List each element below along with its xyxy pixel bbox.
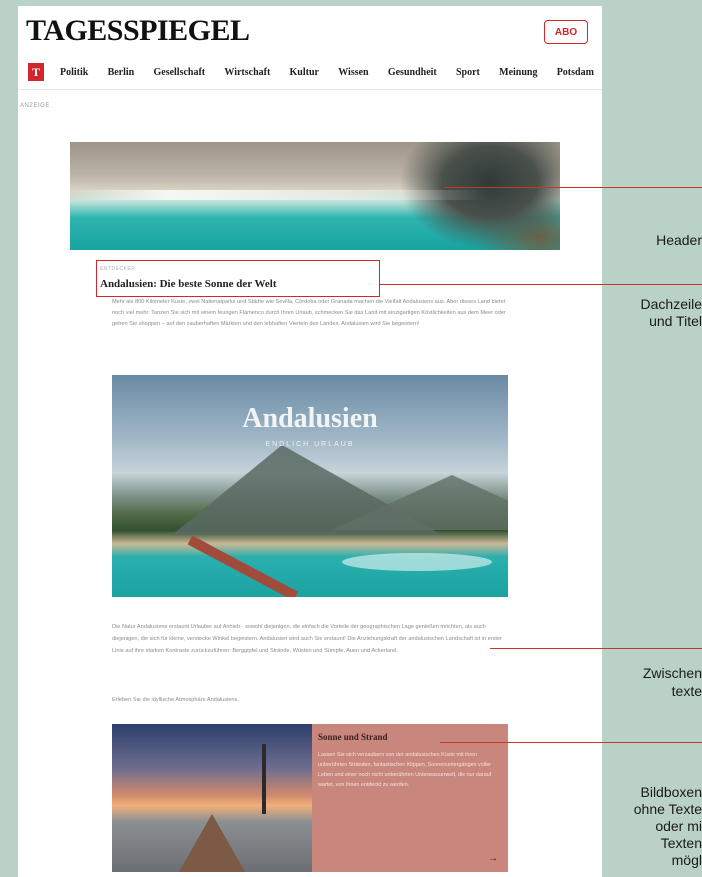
annotation-line-title — [380, 284, 702, 285]
annotation-zwischen-2: texte — [671, 683, 702, 699]
abo-button[interactable]: ABO — [544, 20, 588, 44]
box-title: Sonne und Strand — [318, 732, 388, 742]
title-highlight-box — [96, 260, 380, 297]
intro-text: Mehr als 800 Kilometer Küste, zwei Natio… — [112, 299, 506, 327]
annotation-bild-1: Bildboxen — [640, 784, 702, 800]
annotation-line-header — [444, 187, 702, 188]
foam-decoration — [342, 553, 492, 571]
image-subtitle: ENDLICH URLAUB — [265, 441, 355, 448]
annotation-title-1: Dachzeile — [640, 296, 702, 312]
wave-decoration — [70, 190, 560, 200]
annotation-title-2: und Titel — [649, 313, 702, 329]
annotation-bild-2: ohne Texte — [633, 801, 702, 817]
body-text-2: Erleben Sie die idyllische Atmosphäre An… — [112, 697, 239, 703]
annotation-line-bildboxen — [440, 742, 702, 743]
nav-item-potsdam[interactable]: Potsdam — [557, 67, 594, 78]
pier-decoration — [187, 535, 299, 597]
image-box-text[interactable]: Sonne und Strand Lassen Sie sich verzaub… — [312, 724, 508, 872]
nav-items: Politik Berlin Gesellschaft Wirtschaft K… — [60, 67, 594, 78]
nav-item-meinung[interactable]: Meinung — [499, 67, 537, 78]
annotation-header: Header — [656, 232, 702, 248]
main-nav: T Politik Berlin Gesellschaft Wirtschaft… — [28, 62, 594, 82]
ad-label: ANZEIGE — [20, 103, 50, 109]
body-text: Die Natur Andalusiens erstaunt Urlauber … — [112, 624, 502, 654]
annotation-zwischen-1: Zwischen — [642, 665, 702, 681]
boardwalk-decoration — [172, 814, 252, 872]
box-image — [112, 724, 312, 872]
mountain-decoration-2 — [332, 475, 508, 530]
t-plus-icon[interactable]: T — [28, 63, 44, 81]
header-image — [70, 142, 560, 250]
nav-item-politik[interactable]: Politik — [60, 67, 88, 78]
arrow-right-icon[interactable]: → — [488, 853, 498, 864]
nav-item-berlin[interactable]: Berlin — [108, 67, 135, 78]
image-title: Andalusien — [242, 403, 378, 434]
nav-item-wirtschaft[interactable]: Wirtschaft — [224, 67, 270, 78]
site-header: TAGESSPIEGEL ABO T Politik Berlin Gesell… — [18, 6, 602, 90]
nav-item-kultur[interactable]: Kultur — [290, 67, 319, 78]
annotation-line-zwischen — [490, 648, 702, 649]
nav-item-sport[interactable]: Sport — [456, 67, 480, 78]
nav-item-gesundheit[interactable]: Gesundheit — [388, 67, 437, 78]
nav-item-gesellschaft[interactable]: Gesellschaft — [153, 67, 205, 78]
main-image: Andalusien ENDLICH URLAUB — [112, 375, 508, 597]
annotation-bild-3: oder mi — [655, 818, 702, 834]
annotation-bild-5: mögl — [671, 852, 702, 868]
palm-decoration — [262, 744, 266, 814]
nav-item-wissen[interactable]: Wissen — [338, 67, 368, 78]
box-body: Lassen Sie sich verzaubern von der andal… — [318, 752, 492, 788]
annotation-bild-4: Texten — [660, 835, 702, 851]
site-logo[interactable]: TAGESSPIEGEL — [26, 14, 250, 48]
